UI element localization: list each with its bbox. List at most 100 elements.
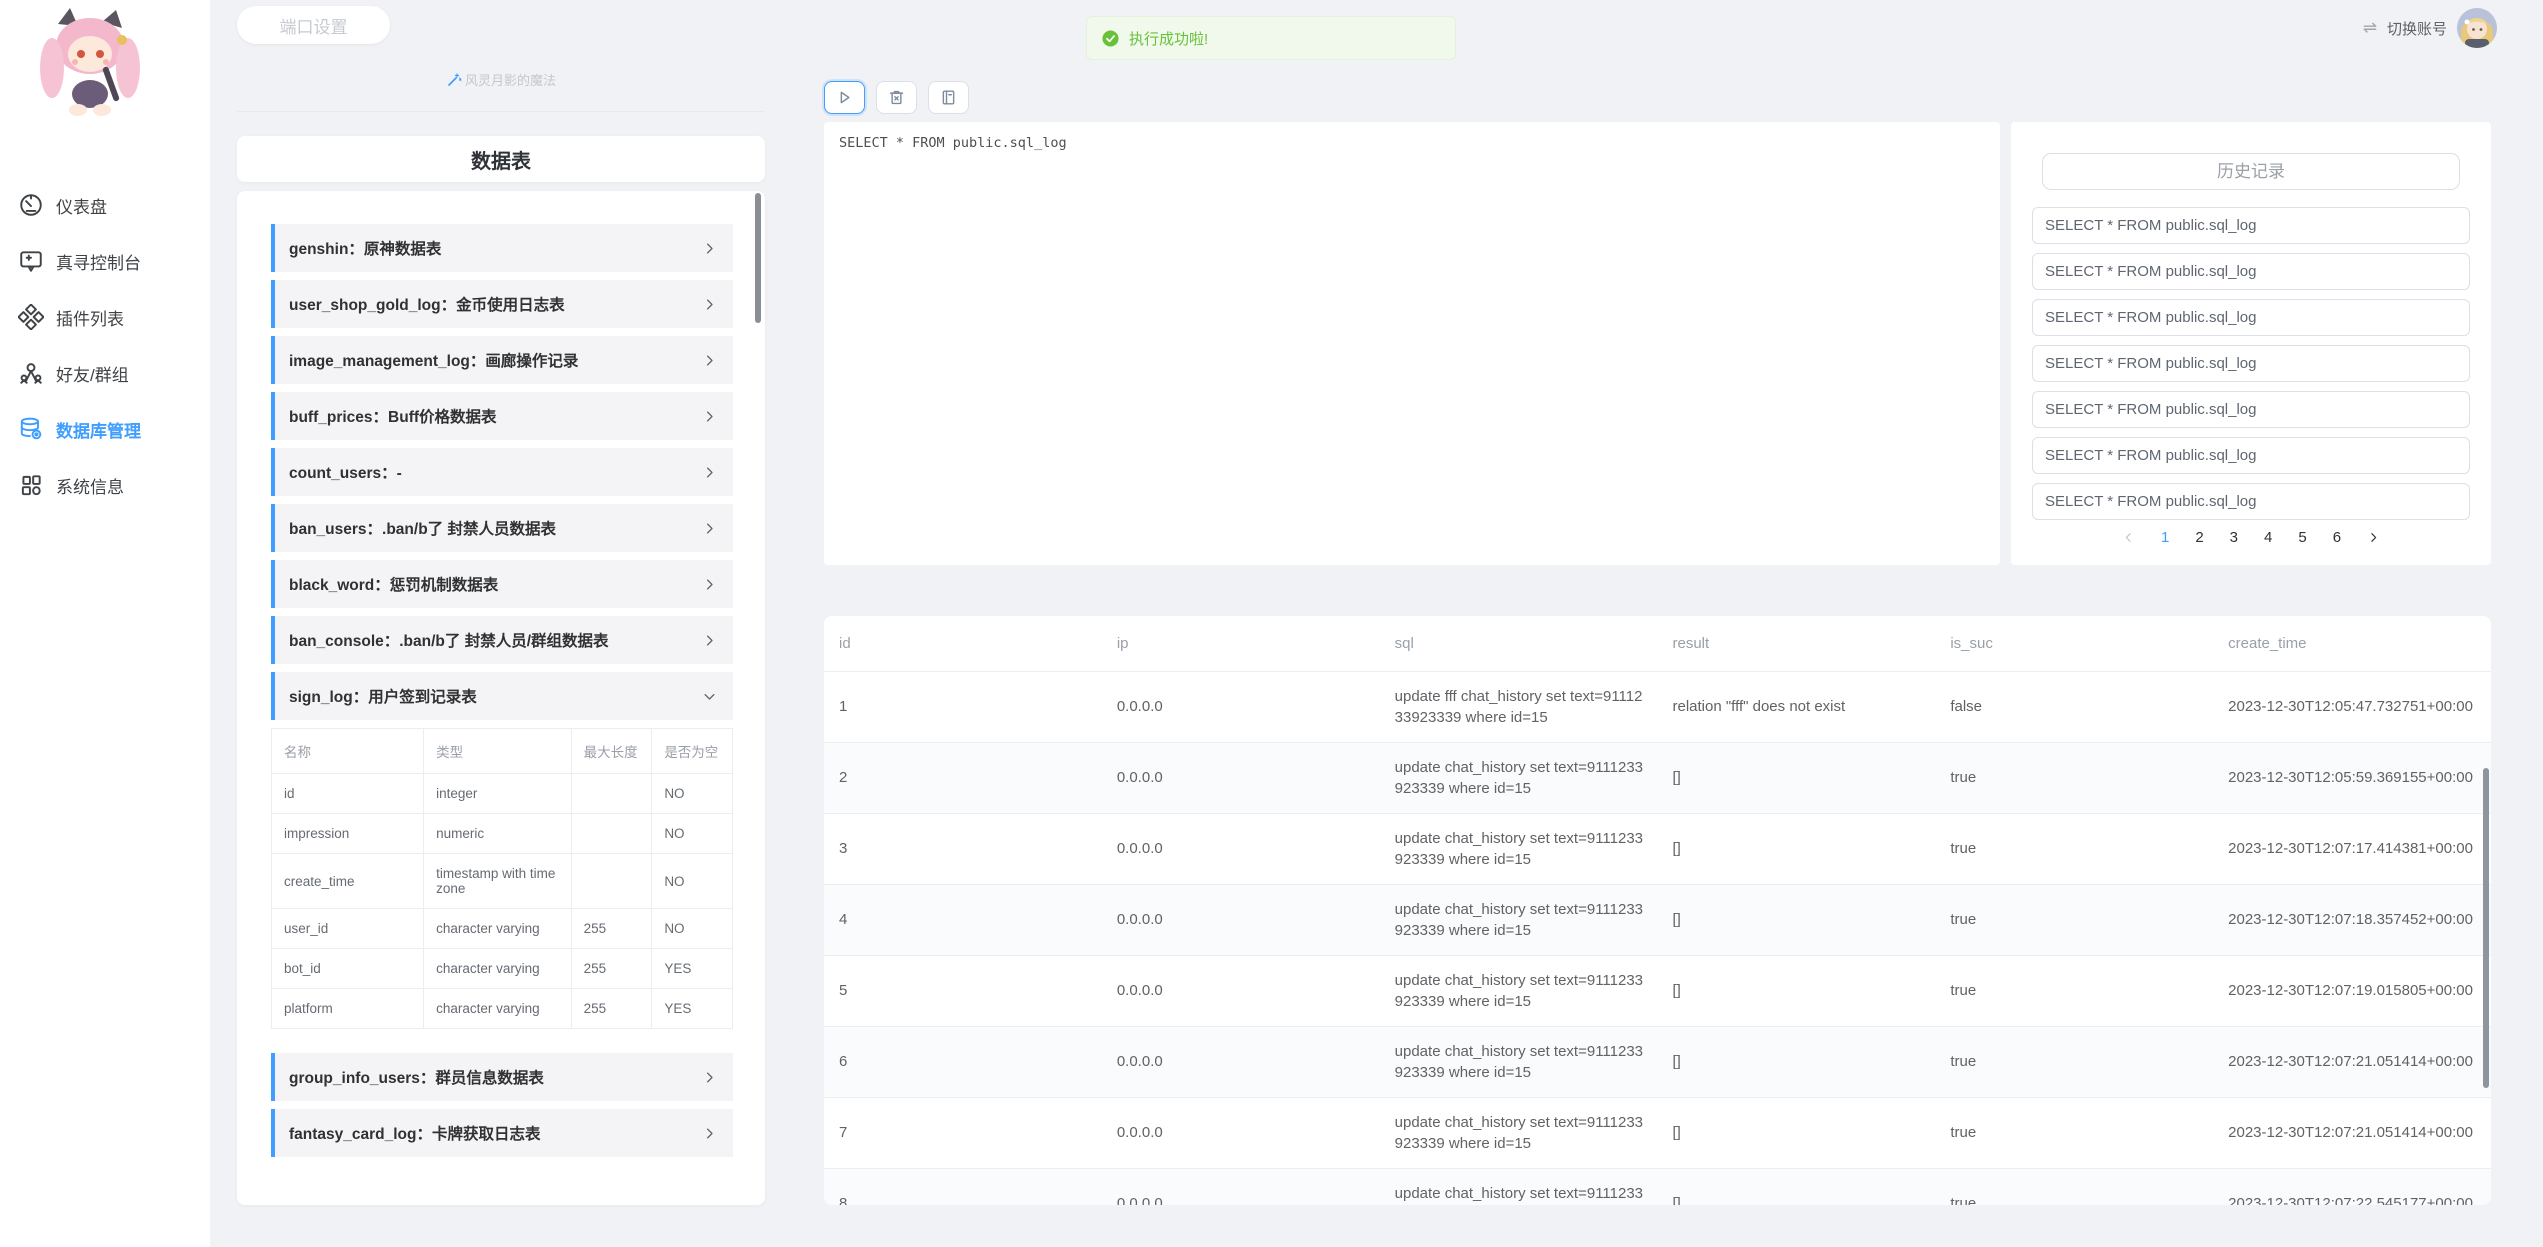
chevron-right-icon <box>702 297 717 312</box>
page-number[interactable]: 5 <box>2298 529 2306 546</box>
sidebar-item-label: 仪表盘 <box>56 193 107 218</box>
account-switcher[interactable]: ⇌ 切换账号 <box>2363 8 2497 48</box>
table-row: 70.0.0.0update chat_history set text=911… <box>824 1097 2491 1168</box>
table-row: 10.0.0.0update fff chat_history set text… <box>824 671 2491 742</box>
pagination-next-icon[interactable] <box>2367 531 2380 544</box>
table-row: 60.0.0.0update chat_history set text=911… <box>824 1026 2491 1097</box>
watermark-text: 风灵月影的魔法 <box>465 70 556 89</box>
sql-editor[interactable]: SELECT * FROM public.sql_log <box>824 122 2000 565</box>
chevron-right-icon <box>702 577 717 592</box>
table-item-genshin[interactable]: genshin：原神数据表 <box>271 224 733 272</box>
sidebar-item-plugins[interactable]: 插件列表 <box>0 289 210 345</box>
results-col-is-suc: is_suc <box>1935 616 2213 671</box>
plugin-list-icon <box>18 304 44 330</box>
history-item[interactable]: SELECT * FROM public.sql_log <box>2032 437 2470 474</box>
page-number[interactable]: 3 <box>2230 529 2238 546</box>
table-row: 50.0.0.0update chat_history set text=911… <box>824 955 2491 1026</box>
schema-col-nullable: 是否为空 <box>652 729 733 774</box>
results-col-create-time: create_time <box>2213 616 2491 671</box>
sidebar-item-dashboard[interactable]: 仪表盘 <box>0 177 210 233</box>
results-col-sql: sql <box>1380 616 1658 671</box>
panel-divider <box>237 111 765 112</box>
notebook-icon <box>939 88 958 107</box>
console-icon <box>18 248 44 274</box>
play-icon <box>835 88 854 107</box>
pagination-prev-icon[interactable] <box>2122 531 2135 544</box>
tables-panel-title: 数据表 <box>471 145 531 174</box>
dashboard-icon <box>18 192 44 218</box>
schema-row: id integer NO <box>272 774 733 814</box>
chevron-right-icon <box>702 241 717 256</box>
results-header-row: id ip sql result is_suc create_time <box>824 616 2491 671</box>
results-col-ip: ip <box>1102 616 1380 671</box>
history-item[interactable]: SELECT * FROM public.sql_log <box>2032 391 2470 428</box>
page-number[interactable]: 1 <box>2161 529 2169 546</box>
page-number[interactable]: 2 <box>2195 529 2203 546</box>
watermark: 风灵月影的魔法 <box>237 70 765 89</box>
tables-panel-header: 数据表 <box>237 136 765 182</box>
tables-list: genshin：原神数据表 user_shop_gold_log：金币使用日志表… <box>237 191 765 1205</box>
history-item[interactable]: SELECT * FROM public.sql_log <box>2032 253 2470 290</box>
results-table: id ip sql result is_suc create_time 10.0… <box>824 616 2491 1205</box>
schema-row: user_id character varying 255 NO <box>272 909 733 949</box>
history-item[interactable]: SELECT * FROM public.sql_log <box>2032 483 2470 520</box>
schema-row: platform character varying 255 YES <box>272 989 733 1029</box>
chevron-right-icon <box>702 521 717 536</box>
table-item-image-management-log[interactable]: image_management_log：画廊操作记录 <box>271 336 733 384</box>
table-row: 40.0.0.0update chat_history set text=911… <box>824 884 2491 955</box>
chevron-right-icon <box>702 409 717 424</box>
schema-row: create_time timestamp with time zone NO <box>272 854 733 909</box>
history-item[interactable]: SELECT * FROM public.sql_log <box>2032 207 2470 244</box>
page-number[interactable]: 4 <box>2264 529 2272 546</box>
table-item-ban-users[interactable]: ban_users：.ban/b了 封禁人员数据表 <box>271 504 733 552</box>
page-number[interactable]: 6 <box>2333 529 2341 546</box>
table-item-buff-prices[interactable]: buff_prices：Buff价格数据表 <box>271 392 733 440</box>
sign-log-schema-table: 名称 类型 最大长度 是否为空 id integer NO impression… <box>271 728 733 1029</box>
switch-account-label: 切换账号 <box>2387 18 2447 39</box>
chevron-right-icon <box>702 1070 717 1085</box>
schema-row: impression numeric NO <box>272 814 733 854</box>
results-panel: id ip sql result is_suc create_time 10.0… <box>824 616 2491 1205</box>
app-logo-avatar <box>30 6 150 128</box>
check-circle-icon <box>1102 30 1119 47</box>
copy-query-button[interactable] <box>928 81 969 114</box>
sidebar: 仪表盘 真寻控制台 插件列表 好友/群组 <box>0 0 210 1247</box>
toast-message: 执行成功啦! <box>1129 28 1208 49</box>
table-item-user-shop-gold-log[interactable]: user_shop_gold_log：金币使用日志表 <box>271 280 733 328</box>
chevron-down-icon <box>702 689 717 704</box>
sidebar-item-console[interactable]: 真寻控制台 <box>0 233 210 289</box>
table-item-count-users[interactable]: count_users：- <box>271 448 733 496</box>
results-col-id: id <box>824 616 1102 671</box>
success-toast: 执行成功啦! <box>1086 16 1456 60</box>
history-title: 历史记录 <box>2042 153 2460 190</box>
sidebar-item-database[interactable]: 数据库管理 <box>0 401 210 457</box>
port-settings-button[interactable]: 端口设置 <box>237 6 390 44</box>
history-item[interactable]: SELECT * FROM public.sql_log <box>2032 345 2470 382</box>
schema-col-type: 类型 <box>424 729 572 774</box>
table-item-group-info-users[interactable]: group_info_users：群员信息数据表 <box>271 1053 733 1101</box>
sidebar-item-label: 插件列表 <box>56 305 124 330</box>
database-icon <box>18 416 44 442</box>
sidebar-item-label: 系统信息 <box>56 473 124 498</box>
run-query-button[interactable] <box>824 81 865 114</box>
table-item-sign-log[interactable]: sign_log：用户签到记录表 <box>271 672 733 720</box>
table-row: 30.0.0.0update chat_history set text=911… <box>824 813 2491 884</box>
history-item[interactable]: SELECT * FROM public.sql_log <box>2032 299 2470 336</box>
chevron-right-icon <box>702 465 717 480</box>
sidebar-item-system-info[interactable]: 系统信息 <box>0 457 210 513</box>
tables-list-scrollbar[interactable] <box>755 193 761 323</box>
chevron-right-icon <box>702 633 717 648</box>
results-scrollbar[interactable] <box>2483 768 2489 1088</box>
schema-col-maxlen: 最大长度 <box>571 729 652 774</box>
clear-query-button[interactable] <box>876 81 917 114</box>
history-panel: 历史记录 SELECT * FROM public.sql_log SELECT… <box>2011 122 2491 565</box>
user-avatar[interactable] <box>2457 8 2497 48</box>
trash-icon <box>887 88 906 107</box>
table-item-ban-console[interactable]: ban_console：.ban/b了 封禁人员/群组数据表 <box>271 616 733 664</box>
sidebar-item-friends-groups[interactable]: 好友/群组 <box>0 345 210 401</box>
sql-query-text: SELECT * FROM public.sql_log <box>839 135 1985 151</box>
table-item-black-word[interactable]: black_word：惩罚机制数据表 <box>271 560 733 608</box>
table-row: 20.0.0.0update chat_history set text=911… <box>824 742 2491 813</box>
table-item-fantasy-card-log[interactable]: fantasy_card_log：卡牌获取日志表 <box>271 1109 733 1157</box>
sidebar-item-label: 数据库管理 <box>56 417 141 442</box>
